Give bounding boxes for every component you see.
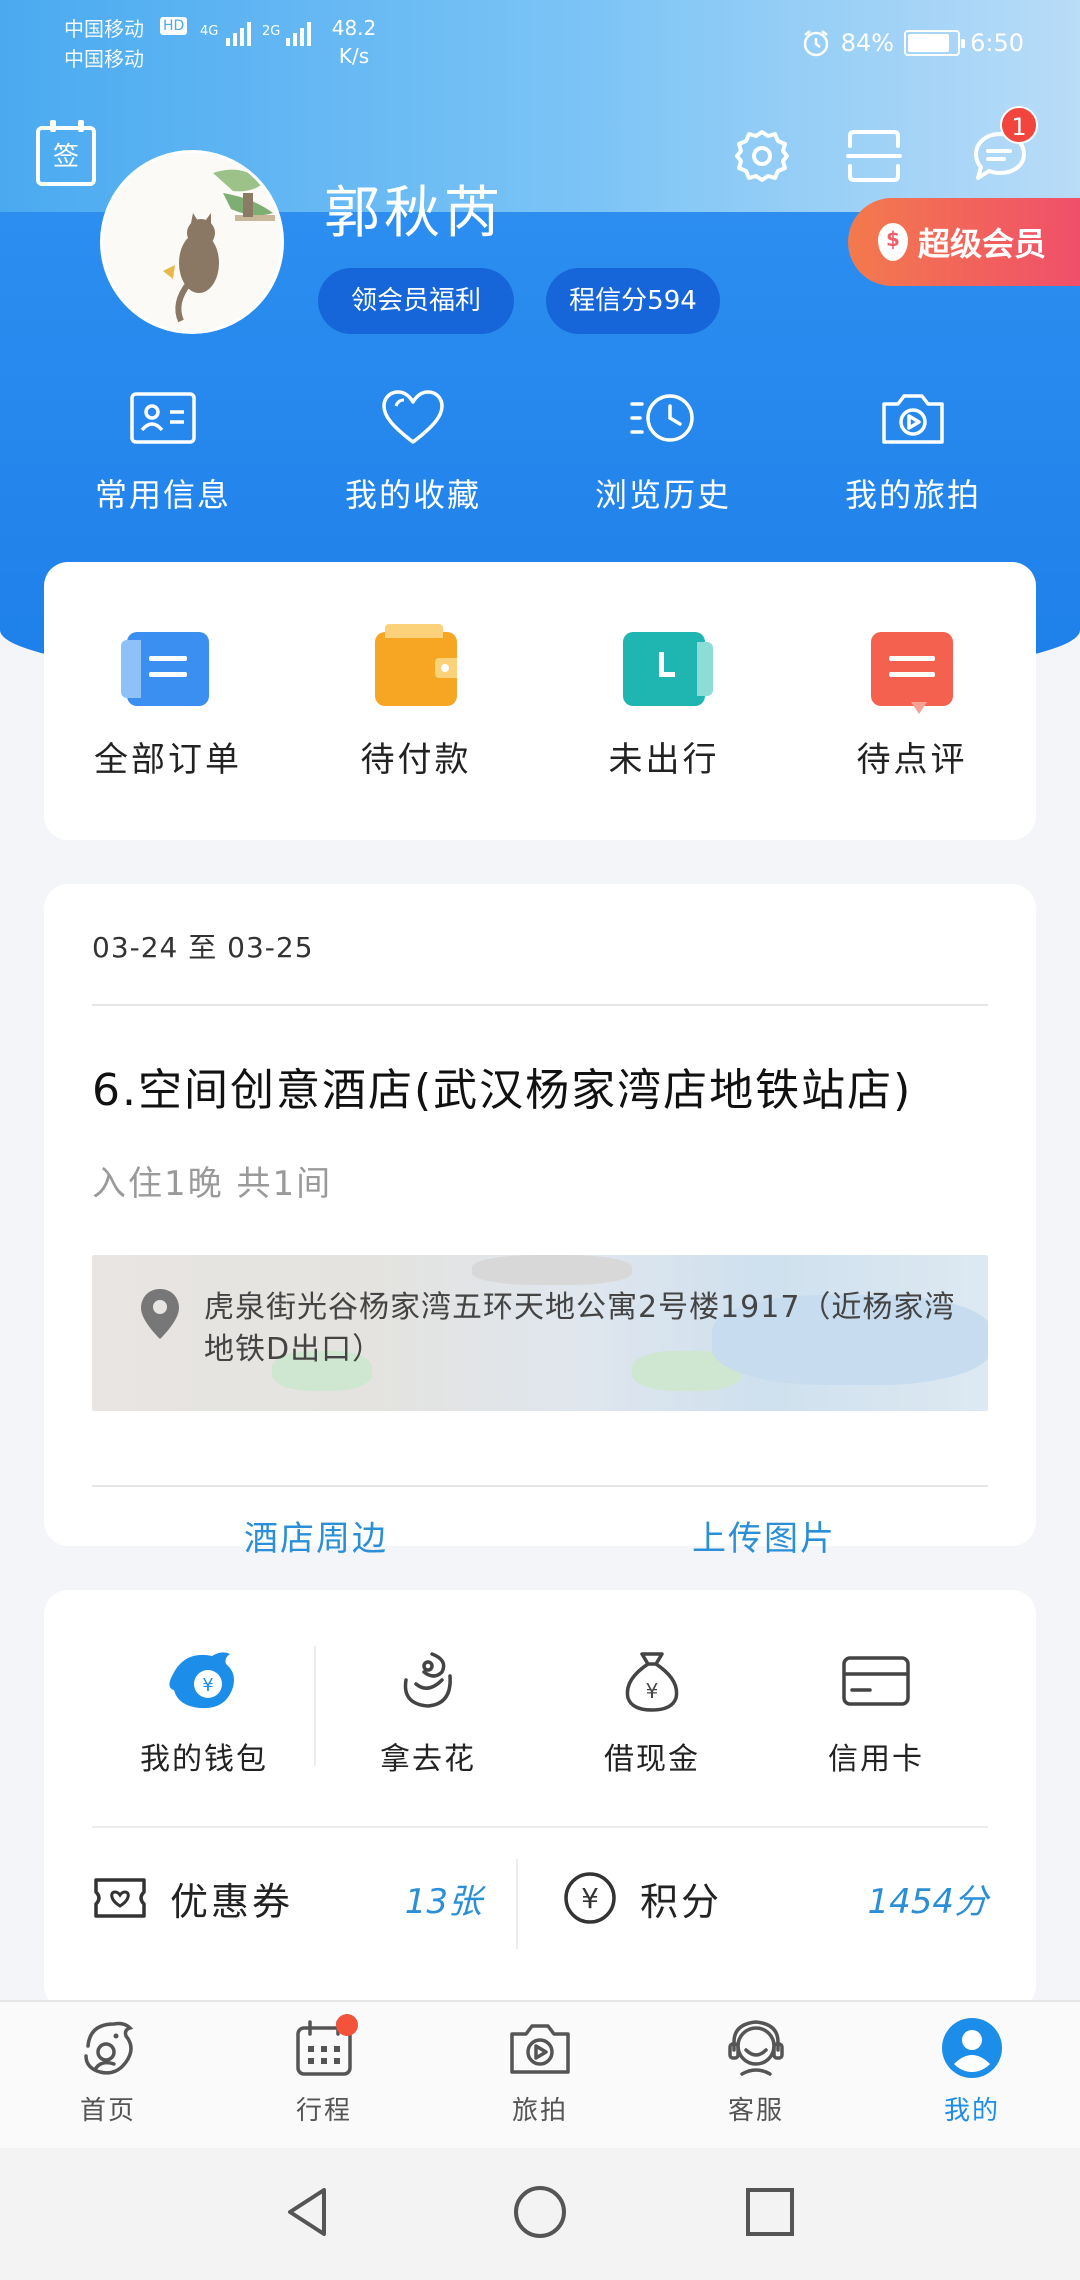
vip-label: 超级会员 — [918, 225, 1047, 263]
credit-spend-icon — [403, 1652, 452, 1708]
headset-icon — [728, 2020, 784, 2076]
recents-square-icon[interactable] — [740, 2182, 800, 2242]
orders-card: 全部订单 待付款 未出行 待点评 — [44, 562, 1036, 840]
username: 郭秋芮 — [324, 181, 504, 246]
order-to-review[interactable]: 待点评 — [788, 632, 1036, 840]
coupons-entry[interactable]: 优惠券 13张 — [92, 1858, 518, 1949]
status-bar: 中国移动 中国移动 HD 4G 2G 48.2 K/s 84% 6:50 — [0, 0, 1080, 90]
network-type-1: 4G — [200, 24, 219, 39]
finance-card: ¥ 我的钱包 拿去花 ¥ 借现金 信用卡 优惠券 13张 ¥ 积分 1454分 — [44, 1590, 1036, 2010]
alarm-icon — [803, 30, 828, 57]
quick-link-travel-photos[interactable]: 我的旅拍 — [788, 380, 1038, 516]
wallet-dolphin-icon: ¥ — [169, 1652, 234, 1709]
profile-icon — [942, 2018, 1002, 2078]
settings-gear-icon[interactable] — [732, 126, 792, 186]
points-label: 积分 — [640, 1879, 723, 1924]
home-circle-icon[interactable] — [510, 2182, 570, 2242]
finance-services: ¥ 我的钱包 拿去花 ¥ 借现金 信用卡 — [92, 1590, 988, 1828]
tab-profile[interactable]: 我的 — [864, 2002, 1080, 2148]
coupons-count: 13张 — [404, 1881, 482, 1922]
super-vip-button[interactable]: $ 超级会员 — [848, 198, 1080, 286]
stay-summary: 入住1晚 共1间 — [92, 1164, 333, 1204]
status-right: 84% 6:50 — [801, 28, 1024, 58]
benefits-summary: 优惠券 13张 ¥ 积分 1454分 — [92, 1828, 988, 1968]
tab-home[interactable]: 首页 — [0, 2002, 216, 2148]
hotel-actions: 酒店周边 上传图片 — [92, 1487, 988, 1560]
points-entry[interactable]: ¥ 积分 1454分 — [518, 1870, 988, 1926]
money-bag-icon: ¥ — [625, 1652, 679, 1712]
hotel-name: 6.空间创意酒店(武汉杨家湾店地铁站店) — [92, 1065, 913, 1116]
camera-play-icon — [510, 2024, 570, 2074]
itinerary-badge-dot — [336, 2014, 358, 2036]
network-speed: 48.2 K/s — [331, 16, 377, 68]
signal-icon — [226, 22, 251, 46]
carrier-names: 中国移动 中国移动 — [64, 17, 144, 71]
wallet-icon — [375, 624, 457, 706]
messages-button[interactable]: 1 — [970, 106, 1038, 186]
network-type-2: 2G — [262, 24, 281, 39]
tab-itinerary[interactable]: 行程 — [216, 2002, 432, 2148]
bottom-tab-bar: 首页 行程 旅拍 客服 我的 — [0, 2000, 1080, 2148]
quick-links: 常用信息 我的收藏 浏览历史 我的旅拍 — [0, 380, 1080, 516]
hotel-map[interactable]: 虎泉街光谷杨家湾五环天地公寓2号楼1917（近杨家湾地铁D出口） — [92, 1255, 988, 1411]
avatar[interactable] — [100, 150, 284, 334]
upload-photos-link[interactable]: 上传图片 — [540, 1511, 988, 1560]
order-pending-payment[interactable]: 待付款 — [292, 624, 540, 840]
id-card-icon — [130, 392, 196, 444]
notification-badge: 1 — [1000, 106, 1038, 144]
hotel-address: 虎泉街光谷杨家湾五环天地公寓2号楼1917（近杨家湾地铁D出口） — [204, 1290, 956, 1367]
order-not-traveled[interactable]: 未出行 — [540, 632, 788, 840]
review-comment-icon — [871, 632, 953, 714]
tab-travel-photos[interactable]: 旅拍 — [432, 2002, 648, 2148]
vip-coin-icon: $ — [878, 223, 908, 261]
clock-card-icon — [623, 632, 713, 706]
hotel-booking-card[interactable]: 03-24 至 03-25 6.空间创意酒店(武汉杨家湾店地铁站店) 入住1晚 … — [44, 884, 1036, 1559]
coupon-ticket-icon — [94, 1878, 146, 1918]
finance-spend-later[interactable]: 拿去花 — [316, 1646, 540, 1826]
coupons-label: 优惠券 — [170, 1879, 294, 1924]
battery-percent: 84% — [840, 29, 895, 57]
tab-customer-service[interactable]: 客服 — [648, 2002, 864, 2148]
yen-coin-icon: ¥ — [564, 1872, 616, 1924]
location-pin-icon — [141, 1289, 179, 1339]
hd-badge: HD — [160, 17, 188, 35]
stay-dates: 03-24 至 03-25 — [92, 931, 314, 964]
member-benefits-pill[interactable]: 领会员福利 — [318, 268, 514, 334]
svg-text:¥: ¥ — [202, 1675, 213, 1696]
finance-wallet[interactable]: ¥ 我的钱包 — [92, 1646, 316, 1826]
back-icon[interactable] — [280, 2182, 340, 2242]
quick-link-common-info[interactable]: 常用信息 — [38, 380, 288, 516]
history-clock-icon — [630, 394, 694, 442]
quick-link-history[interactable]: 浏览历史 — [538, 380, 788, 516]
svg-text:¥: ¥ — [581, 1882, 599, 1915]
clock: 6:50 — [970, 29, 1024, 57]
svg-text:¥: ¥ — [646, 1679, 659, 1703]
cat-illustration — [103, 153, 281, 331]
order-list-icon — [121, 632, 209, 706]
camera-icon — [882, 394, 944, 444]
signal-icon-2 — [286, 22, 311, 46]
finance-credit-card[interactable]: 信用卡 — [764, 1646, 988, 1826]
credit-card-icon — [842, 1656, 910, 1706]
quick-link-favorites[interactable]: 我的收藏 — [288, 380, 538, 516]
heart-icon — [382, 390, 444, 444]
points-value: 1454分 — [867, 1881, 988, 1922]
battery-icon — [904, 30, 966, 56]
hotel-nearby-link[interactable]: 酒店周边 — [92, 1511, 540, 1560]
system-navigation-bar — [0, 2148, 1080, 2280]
order-all[interactable]: 全部订单 — [44, 632, 292, 840]
home-dolphin-icon — [84, 2021, 134, 2075]
credit-score-pill[interactable]: 程信分594 — [546, 268, 720, 334]
scan-icon[interactable] — [844, 126, 904, 186]
divider — [92, 1004, 988, 1006]
finance-borrow-cash[interactable]: ¥ 借现金 — [540, 1646, 764, 1826]
sign-in-button[interactable]: 签 — [36, 120, 96, 186]
